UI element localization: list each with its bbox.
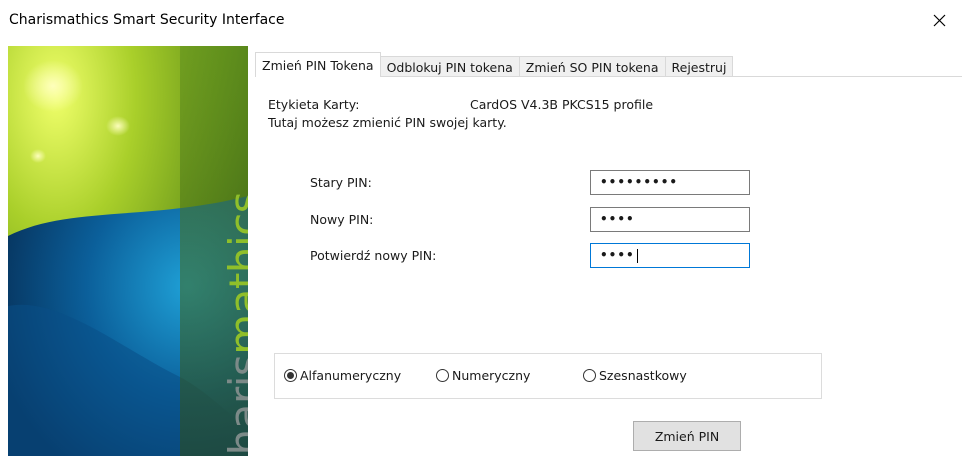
radio-alphanumeric-label: Alfanumeryczny [300, 368, 402, 383]
card-value: CardOS V4.3B PKCS15 profile [470, 97, 654, 112]
main-panel: Zmień PIN Tokena Odblokuj PIN tokena Zmi… [248, 46, 962, 456]
tab-register[interactable]: Rejestruj [664, 56, 734, 77]
new-pin-value: •••• [600, 212, 635, 226]
radio-hexadecimal[interactable]: Szesnastkowy [583, 368, 687, 383]
window-title: Charismathics Smart Security Interface [9, 12, 285, 28]
radio-hexadecimal-label: Szesnastkowy [599, 368, 687, 383]
old-pin-field[interactable]: ••••••••• [590, 170, 750, 195]
pin-type-group: Alfanumeryczny Numeryczny Szesnastkowy [274, 353, 822, 399]
radio-alphanumeric[interactable]: Alfanumeryczny [284, 368, 401, 383]
brand-banner: charismathics [8, 46, 248, 456]
tab-bar: Zmień PIN Tokena Odblokuj PIN tokena Zmi… [255, 52, 734, 77]
radio-selected-icon [284, 369, 297, 382]
radio-numeric[interactable]: Numeryczny [436, 368, 530, 383]
brand-part1: charis [220, 354, 248, 456]
old-pin-value: ••••••••• [600, 175, 679, 189]
card-label: Etykieta Karty: [268, 97, 360, 112]
tab-content: Etykieta Karty: CardOS V4.3B PKCS15 prof… [256, 76, 962, 457]
new-pin-field[interactable]: •••• [590, 207, 750, 232]
radio-unselected-icon [583, 369, 596, 382]
text-caret [636, 248, 638, 263]
confirm-pin-field[interactable]: •••• [590, 243, 750, 268]
brand-logo-text: charismathics [220, 192, 248, 456]
confirm-pin-label: Potwierdź nowy PIN: [310, 248, 437, 263]
confirm-pin-value: •••• [600, 248, 635, 262]
radio-unselected-icon [436, 369, 449, 382]
close-icon [933, 14, 945, 26]
brand-part2: mathics [220, 191, 248, 355]
description-text: Tutaj możesz zmienić PIN swojej karty. [268, 115, 507, 130]
change-pin-button[interactable]: Zmień PIN [633, 421, 741, 451]
tab-unlock-pin[interactable]: Odblokuj PIN tokena [379, 56, 520, 77]
tab-change-so-pin[interactable]: Zmień SO PIN tokena [518, 56, 666, 77]
title-bar: Charismathics Smart Security Interface [0, 0, 962, 40]
old-pin-label: Stary PIN: [310, 175, 372, 190]
radio-numeric-label: Numeryczny [452, 368, 531, 383]
new-pin-label: Nowy PIN: [310, 212, 374, 227]
close-button[interactable] [916, 0, 962, 40]
tab-change-pin[interactable]: Zmień PIN Tokena [255, 52, 381, 77]
banner-artwork [8, 46, 248, 456]
